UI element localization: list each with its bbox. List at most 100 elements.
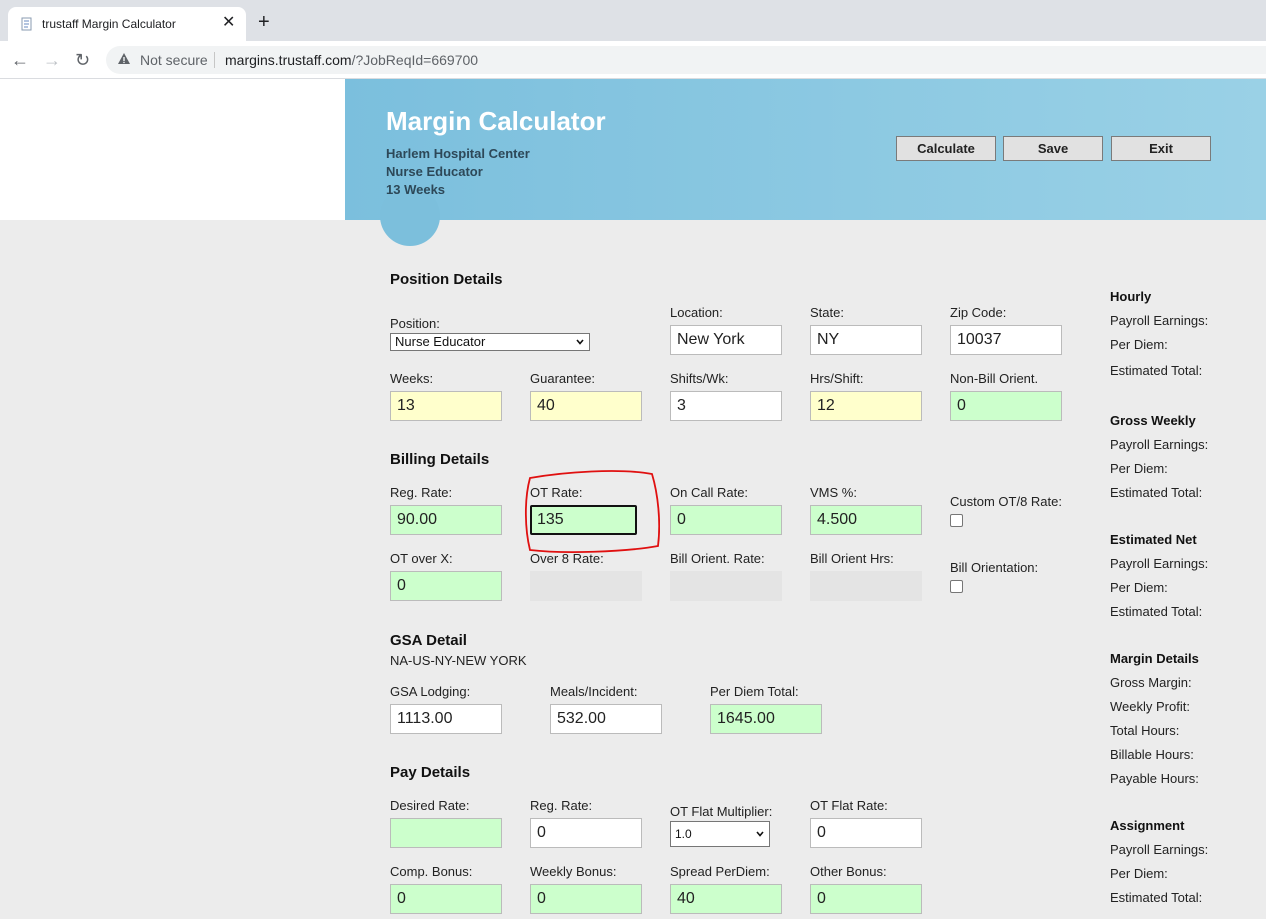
- hourly-estimated-total-label: Estimated Total:: [1110, 363, 1203, 378]
- assignment-per-diem-label: Per Diem:: [1110, 866, 1168, 881]
- red-circle-annotation: [524, 470, 660, 553]
- pay-reg-rate-input[interactable]: 0: [530, 818, 642, 848]
- browser-tab[interactable]: trustaff Margin Calculator ✕: [8, 7, 246, 41]
- guarantee-input[interactable]: 40: [530, 391, 642, 421]
- assignment-duration: 13 Weeks: [386, 182, 446, 197]
- address-separator: [214, 52, 215, 68]
- net-per-diem-label: Per Diem:: [1110, 580, 1168, 595]
- weeks-label: Weeks:: [390, 371, 434, 386]
- bill-orient-hrs-input: [810, 571, 922, 601]
- position-details-heading: Position Details: [390, 271, 503, 288]
- hours-per-shift-input[interactable]: 12: [810, 391, 922, 421]
- close-tab-icon[interactable]: ✕: [222, 14, 235, 32]
- zip-code-input[interactable]: 10037: [950, 325, 1062, 355]
- other-bonus-input[interactable]: 0: [810, 884, 922, 914]
- custom-ot-rate-label: Custom OT/8 Rate:: [950, 494, 1062, 509]
- url-text: margins.trustaff.com/?JobReqId=669700: [225, 52, 478, 68]
- billable-hours-label: Billable Hours:: [1110, 747, 1194, 762]
- back-arrow-icon[interactable]: ←: [11, 50, 29, 70]
- assignment-heading: Assignment: [1110, 818, 1185, 833]
- gsa-region: NA-US-NY-NEW YORK: [390, 653, 527, 668]
- ot-flat-rate-input[interactable]: 0: [810, 818, 922, 848]
- position-select-value: Nurse Educator: [395, 334, 486, 349]
- weekly-bonus-label: Weekly Bonus:: [530, 864, 617, 879]
- other-bonus-label: Other Bonus:: [810, 864, 887, 879]
- reload-icon[interactable]: ↻: [75, 50, 90, 70]
- page-favicon-icon: [21, 17, 32, 31]
- non-bill-orient-label: Non-Bill Orient.: [950, 371, 1039, 386]
- pay-details-heading: Pay Details: [390, 764, 471, 781]
- hours-per-shift-label: Hrs/Shift:: [810, 371, 864, 386]
- warning-icon: [118, 53, 130, 64]
- gross-weekly-per-diem-label: Per Diem:: [1110, 461, 1168, 476]
- per-diem-total-label: Per Diem Total:: [710, 684, 799, 699]
- gross-weekly-estimated-total-label: Estimated Total:: [1110, 485, 1203, 500]
- weeks-input[interactable]: 13: [390, 391, 502, 421]
- logo-area: [0, 79, 345, 220]
- ot-flat-multiplier-select[interactable]: 1.0: [670, 821, 770, 847]
- non-bill-orient-input[interactable]: 0: [950, 391, 1062, 421]
- state-input[interactable]: NY: [810, 325, 922, 355]
- ot-flat-multiplier-label: OT Flat Multiplier:: [670, 804, 773, 819]
- gsa-lodging-input[interactable]: 1113.00: [390, 704, 502, 734]
- hourly-per-diem-label: Per Diem:: [1110, 337, 1168, 352]
- custom-ot-rate-checkbox[interactable]: [950, 514, 963, 527]
- desired-rate-label: Desired Rate:: [390, 798, 470, 813]
- save-button[interactable]: Save: [1003, 136, 1103, 161]
- ot-over-x-input[interactable]: 0: [390, 571, 502, 601]
- ot-flat-rate-label: OT Flat Rate:: [810, 798, 888, 813]
- gross-weekly-payroll-earnings-label: Payroll Earnings:: [1110, 437, 1209, 452]
- bill-orient-hrs-label: Bill Orient Hrs:: [810, 551, 894, 566]
- location-label: Location:: [670, 305, 723, 320]
- bill-orient-rate-label: Bill Orient. Rate:: [670, 551, 765, 566]
- gross-margin-label: Gross Margin:: [1110, 675, 1192, 690]
- desired-rate-input[interactable]: [390, 818, 502, 848]
- payable-hours-label: Payable Hours:: [1110, 771, 1199, 786]
- meals-incident-input[interactable]: 532.00: [550, 704, 662, 734]
- security-label: Not secure: [140, 52, 208, 68]
- forward-arrow-icon[interactable]: →: [43, 50, 61, 70]
- chevron-down-icon: [576, 339, 584, 345]
- shifts-per-week-label: Shifts/Wk:: [670, 371, 729, 386]
- weekly-bonus-input[interactable]: 0: [530, 884, 642, 914]
- location-input[interactable]: New York: [670, 325, 782, 355]
- vms-percent-label: VMS %:: [810, 485, 857, 500]
- chevron-down-icon: [756, 831, 764, 837]
- over-8-rate-input: [530, 571, 642, 601]
- comp-bonus-input[interactable]: 0: [390, 884, 502, 914]
- spread-per-diem-label: Spread PerDiem:: [670, 864, 770, 879]
- net-payroll-earnings-label: Payroll Earnings:: [1110, 556, 1209, 571]
- browser-tabstrip: trustaff Margin Calculator ✕ +: [0, 0, 1266, 41]
- assignment-estimated-total-label: Estimated Total:: [1110, 890, 1203, 905]
- bill-orient-rate-input: [670, 571, 782, 601]
- bill-reg-rate-input[interactable]: 90.00: [390, 505, 502, 535]
- ot-flat-multiplier-value: 1.0: [675, 827, 692, 841]
- exit-button[interactable]: Exit: [1111, 136, 1211, 161]
- facility-name: Harlem Hospital Center: [386, 146, 530, 161]
- bill-reg-rate-label: Reg. Rate:: [390, 485, 453, 500]
- vms-percent-input[interactable]: 4.500: [810, 505, 922, 535]
- ot-over-x-label: OT over X:: [390, 551, 453, 566]
- on-call-rate-label: On Call Rate:: [670, 485, 749, 500]
- assignment-payroll-earnings-label: Payroll Earnings:: [1110, 842, 1209, 857]
- hourly-payroll-earnings-label: Payroll Earnings:: [1110, 313, 1209, 328]
- bill-orientation-checkbox[interactable]: [950, 580, 963, 593]
- on-call-rate-input[interactable]: 0: [670, 505, 782, 535]
- shifts-per-week-input[interactable]: 3: [670, 391, 782, 421]
- position-select[interactable]: Nurse Educator: [390, 333, 590, 351]
- new-tab-icon[interactable]: +: [258, 12, 270, 32]
- address-bar[interactable]: Not secure margins.trustaff.com/?JobReqI…: [106, 46, 1266, 74]
- comp-bonus-label: Comp. Bonus:: [390, 864, 473, 879]
- pay-reg-rate-label: Reg. Rate:: [530, 798, 593, 813]
- bill-orientation-label: Bill Orientation:: [950, 560, 1039, 575]
- margin-details-heading: Margin Details: [1110, 651, 1199, 666]
- billing-details-heading: Billing Details: [390, 451, 490, 468]
- total-hours-label: Total Hours:: [1110, 723, 1180, 738]
- per-diem-total-input[interactable]: 1645.00: [710, 704, 822, 734]
- estimated-net-heading: Estimated Net: [1110, 532, 1197, 547]
- calculate-button[interactable]: Calculate: [896, 136, 996, 161]
- url-domain: margins.trustaff.com: [225, 52, 352, 68]
- spread-per-diem-input[interactable]: 40: [670, 884, 782, 914]
- meals-incident-label: Meals/Incident:: [550, 684, 638, 699]
- gsa-detail-heading: GSA Detail: [390, 632, 467, 649]
